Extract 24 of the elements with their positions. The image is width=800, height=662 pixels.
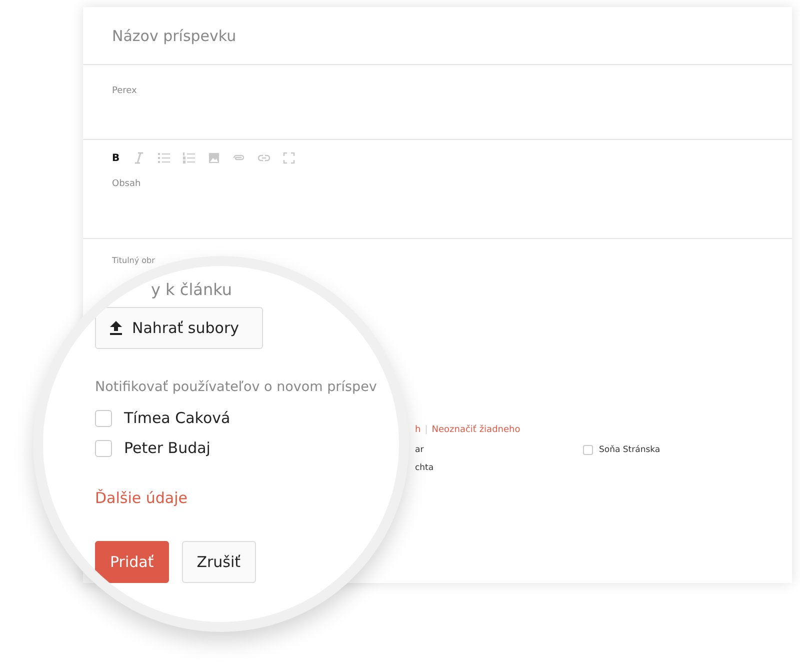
user-name: ar: [415, 445, 425, 455]
upload-button[interactable]: Nahrať subory: [95, 307, 263, 349]
checkbox[interactable]: [95, 410, 112, 426]
editor-field[interactable]: B Obsah: [83, 140, 792, 239]
select-none-link[interactable]: Neoznačiť žiadneho: [432, 425, 520, 435]
perex-field[interactable]: Perex: [112, 86, 763, 96]
add-button[interactable]: Pridať: [95, 541, 169, 583]
attachments-label: y k článku: [151, 280, 234, 299]
checkbox[interactable]: [583, 445, 593, 455]
cancel-button[interactable]: Zrušiť: [182, 541, 256, 583]
user-name: Tímea Caková: [124, 409, 230, 427]
notify-label: Notifikovať používateľov o novom príspev: [95, 379, 378, 395]
upload-icon: [110, 321, 122, 335]
more-details-link[interactable]: Ďalšie údaje: [95, 489, 188, 507]
cover-label: Titulný obr: [112, 256, 155, 265]
bold-button[interactable]: B: [112, 152, 120, 164]
title-field[interactable]: Názov príspevku: [112, 26, 763, 44]
user-name: Peter Budaj: [124, 439, 210, 457]
content-placeholder: Obsah: [112, 179, 141, 189]
link-separator: |: [424, 425, 428, 435]
user-name: Soňa Stránska: [599, 445, 660, 455]
select-all-link[interactable]: h: [415, 425, 421, 435]
user-name: chta: [415, 463, 435, 473]
checkbox[interactable]: [95, 440, 112, 456]
